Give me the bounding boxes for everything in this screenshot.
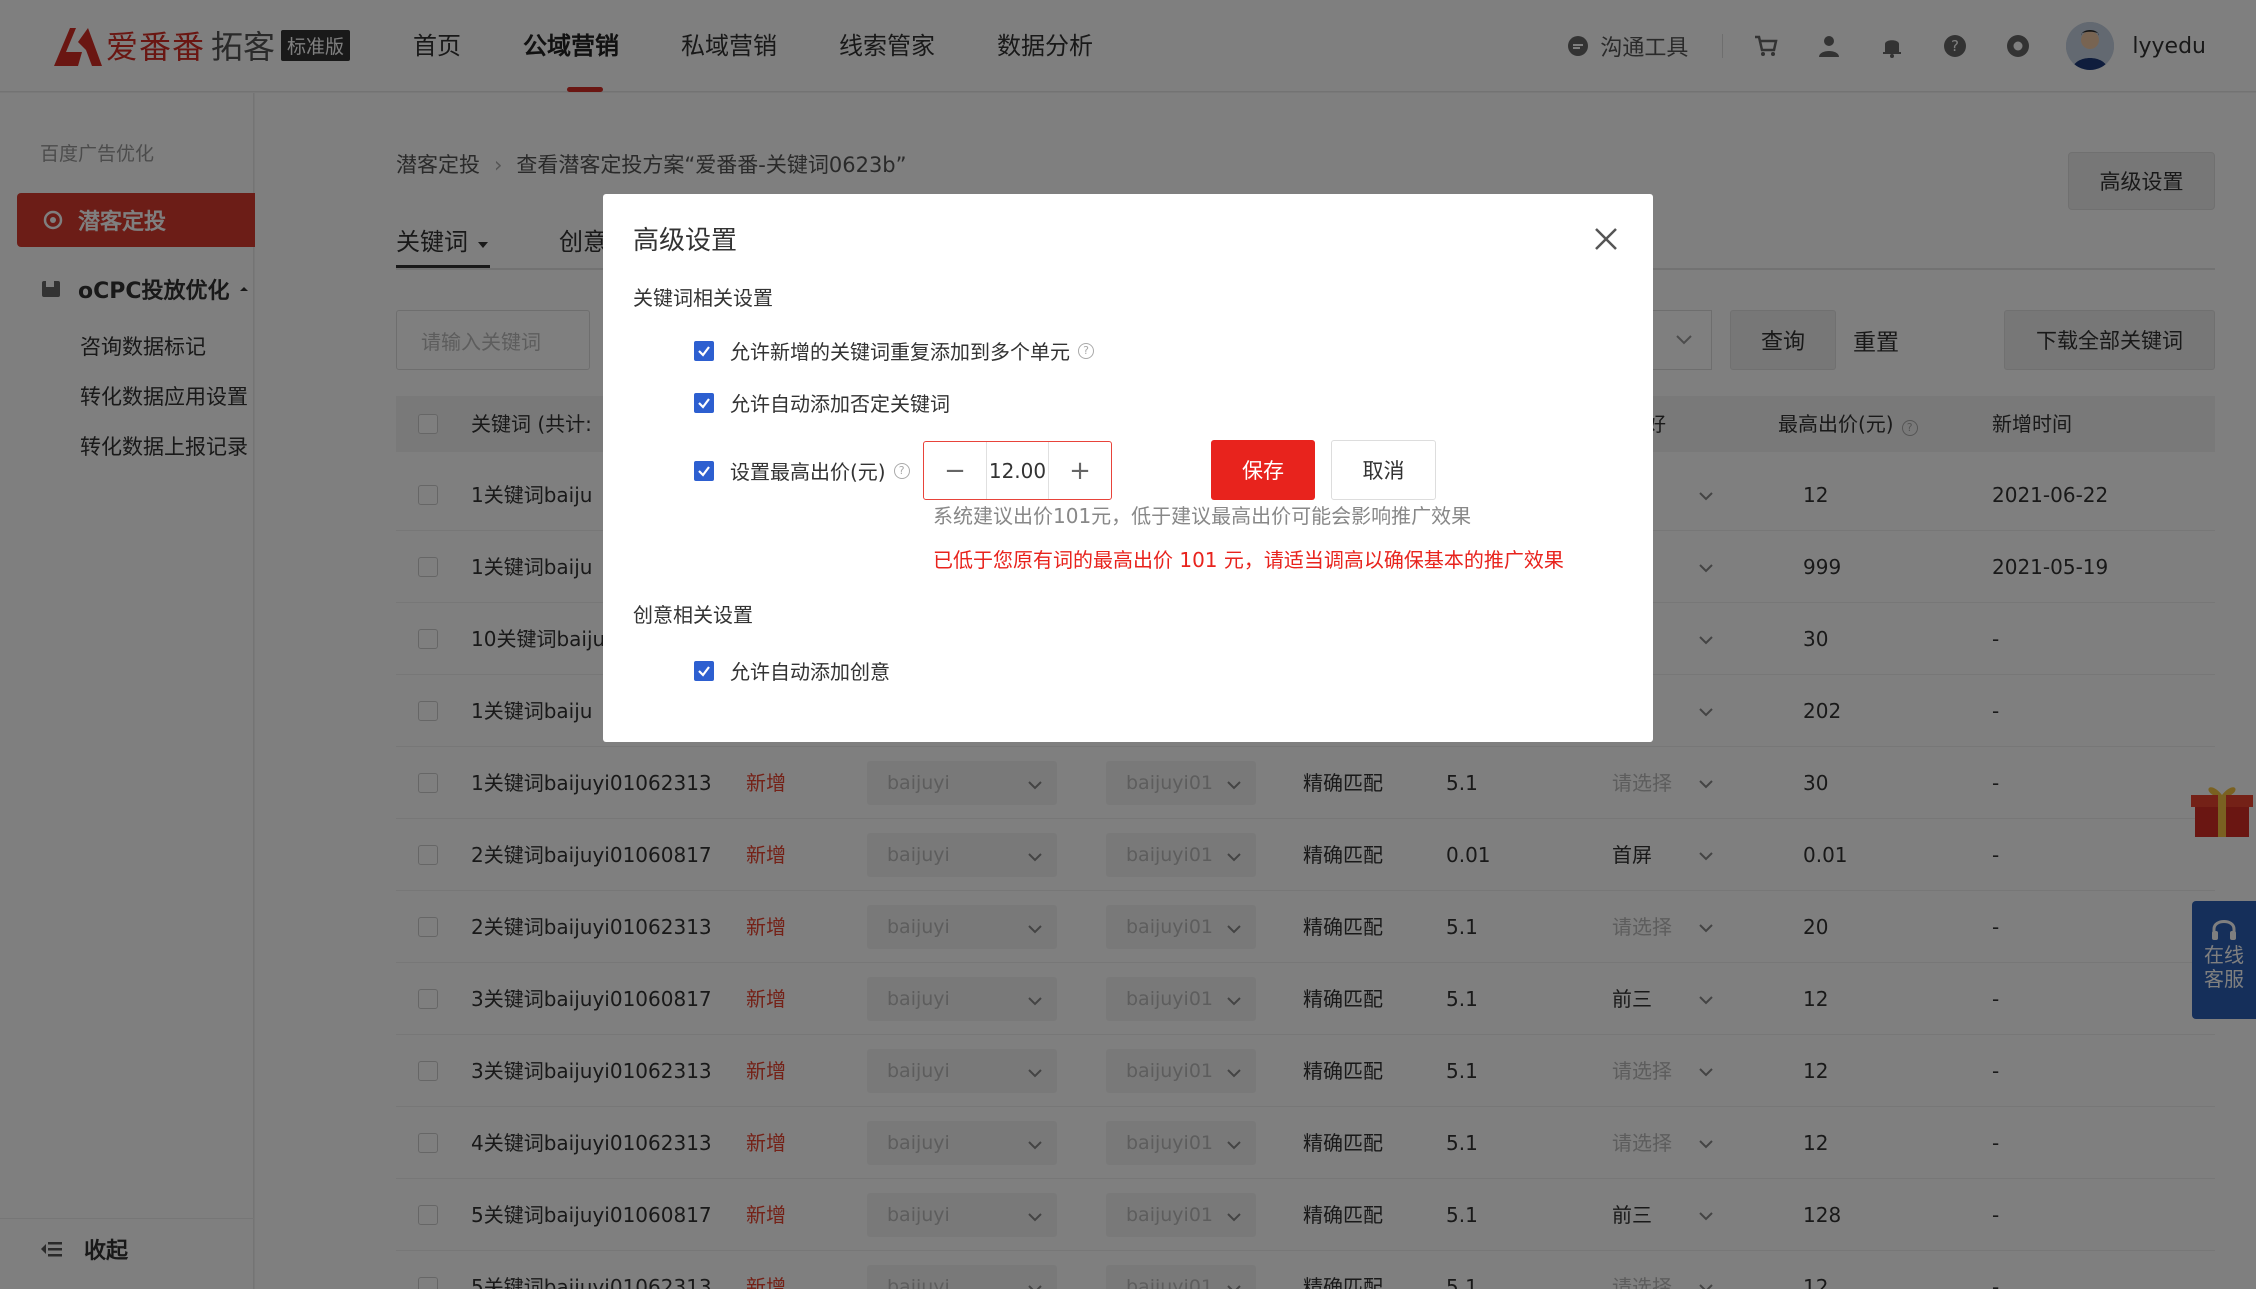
checkbox-checked[interactable] [694,660,714,681]
option-allow-duplicate[interactable]: 允许新增的关键词重复添加到多个单元 ? [694,336,1094,365]
checkbox-checked[interactable] [694,392,714,413]
close-icon[interactable] [1593,226,1619,252]
check-icon [698,345,710,357]
bid-warning-text: 已低于您原有词的最高出价 101 元，请适当调高以确保基本的推广效果 [933,548,1564,572]
check-icon [698,465,710,477]
max-bid-input[interactable]: 12.00 [986,442,1049,499]
max-bid-stepper: − 12.00 + [923,441,1112,500]
section-creative-settings: 创意相关设置 [633,603,753,627]
option-label: 允许自动添加创意 [730,660,890,684]
advanced-settings-dialog: 高级设置 关键词相关设置 允许新增的关键词重复添加到多个单元 ? 允许自动添加否… [603,194,1653,742]
save-button[interactable]: 保存 [1211,440,1315,500]
option-label: 允许新增的关键词重复添加到多个单元 [730,340,1070,364]
section-keyword-settings: 关键词相关设置 [633,286,773,310]
checkbox-checked[interactable] [694,460,714,481]
help-icon[interactable]: ? [893,462,910,479]
option-set-max-bid[interactable]: 设置最高出价(元) ? [694,456,910,485]
checkbox-checked[interactable] [694,340,714,361]
check-icon [698,397,710,409]
option-allow-creative[interactable]: 允许自动添加创意 [694,656,890,685]
option-label: 设置最高出价(元) [730,460,886,484]
check-icon [698,665,710,677]
dialog-title: 高级设置 [633,226,738,256]
option-allow-negative[interactable]: 允许自动添加否定关键词 [694,388,950,417]
bid-hint-text: 系统建议出价101元，低于建议最高出价可能会影响推广效果 [933,504,1472,528]
option-label: 允许自动添加否定关键词 [730,392,950,416]
increment-button[interactable]: + [1049,442,1111,499]
cancel-button[interactable]: 取消 [1331,440,1436,500]
decrement-button[interactable]: − [924,442,986,499]
help-icon[interactable]: ? [1078,342,1094,359]
